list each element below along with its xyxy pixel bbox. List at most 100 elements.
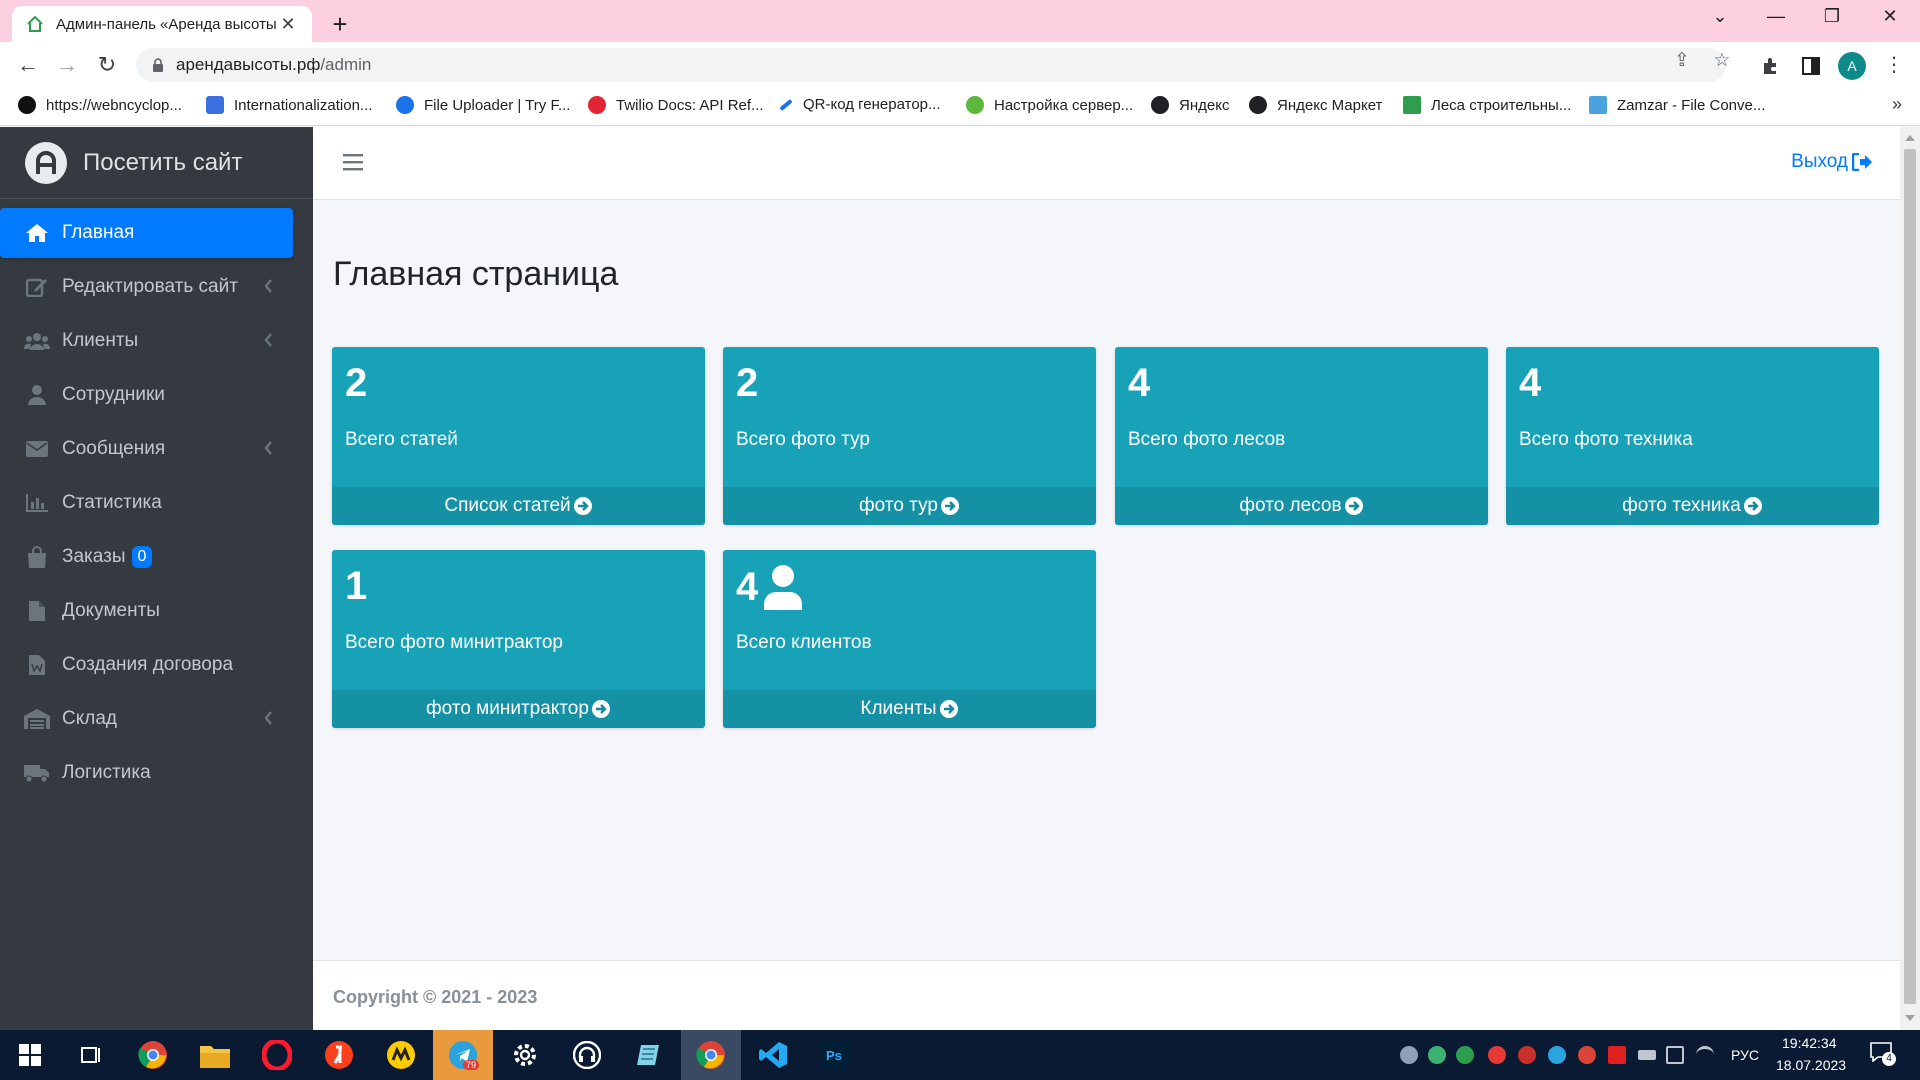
- bookmark-star-icon[interactable]: ☆: [1710, 49, 1734, 72]
- sidebar-item-home[interactable]: Главная: [0, 208, 293, 258]
- sidebar-item-label: Редактировать сайт: [62, 276, 238, 297]
- brand-link[interactable]: Посетить сайт: [0, 127, 313, 199]
- lock-icon: [153, 58, 163, 72]
- scrollbar-thumb[interactable]: [1904, 149, 1916, 1004]
- profile-avatar[interactable]: A: [1838, 52, 1866, 80]
- sidebar-item-edit-site[interactable]: Редактировать сайт: [0, 262, 293, 312]
- reload-icon[interactable]: ↻: [93, 51, 121, 79]
- language-indicator[interactable]: РУС: [1731, 1047, 1759, 1063]
- card-link[interactable]: Список статей: [332, 487, 705, 525]
- windows-start-icon[interactable]: [0, 1030, 60, 1080]
- task-view-icon[interactable]: [60, 1030, 120, 1080]
- hamburger-menu-icon[interactable]: [343, 153, 365, 171]
- share-icon[interactable]: ⇪: [1670, 49, 1694, 72]
- scroll-up-icon[interactable]: [1905, 135, 1915, 141]
- logout-link[interactable]: Выход: [1791, 151, 1872, 173]
- photoshop-icon[interactable]: Ps: [805, 1030, 865, 1080]
- card-link[interactable]: фото техника: [1506, 487, 1879, 525]
- bookmark-item[interactable]: https://webncyclop...: [18, 96, 182, 114]
- address-bar[interactable]: арендавысоты.рф/admin: [136, 48, 1726, 82]
- vscode-icon[interactable]: [743, 1030, 803, 1080]
- arrow-circle-right-icon: [1743, 497, 1762, 515]
- sidebar-item-warehouse[interactable]: Склад: [0, 694, 293, 744]
- bookmark-item[interactable]: QR-код генератор...: [779, 96, 941, 113]
- sidebar-item-label: Сообщения: [62, 438, 166, 459]
- arrow-circle-right-icon: [939, 700, 958, 718]
- sidebar-item-label: Склад: [62, 708, 117, 729]
- card-link[interactable]: Клиенты: [723, 690, 1096, 728]
- telegram-icon[interactable]: 79: [433, 1030, 493, 1080]
- sidebar-item-clients[interactable]: Клиенты: [0, 316, 293, 366]
- orders-count-badge: 0: [131, 546, 153, 568]
- card-link[interactable]: фото лесов: [1115, 487, 1488, 525]
- sidebar-item-employees[interactable]: Сотрудники: [0, 370, 293, 420]
- sidebar-item-orders[interactable]: Заказы 0: [0, 532, 293, 582]
- bookmark-item[interactable]: Internationalization...: [206, 96, 372, 114]
- file-explorer-icon[interactable]: [185, 1030, 245, 1080]
- chrome-active-icon[interactable]: [681, 1030, 741, 1080]
- battery-icon[interactable]: [1638, 1050, 1656, 1060]
- close-window-icon[interactable]: ✕: [1870, 6, 1910, 27]
- sidebar-item-messages[interactable]: Сообщения: [0, 424, 293, 474]
- house-icon: [27, 15, 43, 32]
- tab-search-icon[interactable]: ⌄: [1700, 6, 1740, 27]
- side-panel-icon[interactable]: [1800, 55, 1822, 77]
- settings-gear-icon[interactable]: [495, 1030, 555, 1080]
- yandex-browser-icon[interactable]: [309, 1030, 369, 1080]
- yandex-market-icon[interactable]: [371, 1030, 431, 1080]
- sidebar-item-statistics[interactable]: Статистика: [0, 478, 293, 528]
- sidebar-item-documents[interactable]: Документы: [0, 586, 293, 636]
- block-tray-icon[interactable]: [1488, 1046, 1506, 1064]
- new-tab-button[interactable]: +: [326, 9, 354, 40]
- bookmark-item[interactable]: Яндекс Маркет: [1249, 96, 1382, 114]
- green-tray-icon[interactable]: [1428, 1046, 1446, 1064]
- cloud-tray-icon[interactable]: [1518, 1046, 1536, 1064]
- bookmark-item[interactable]: Настройка сервер...: [966, 96, 1133, 114]
- telegram-tray-icon[interactable]: [1548, 1046, 1566, 1064]
- upload-shield-icon: [396, 96, 414, 114]
- globe-icon: [1151, 96, 1169, 114]
- restore-icon[interactable]: ❐: [1812, 6, 1852, 27]
- figma-tray-icon[interactable]: [1400, 1046, 1418, 1064]
- more-menu-icon[interactable]: ⋮: [1884, 52, 1904, 77]
- bookmark-item[interactable]: Twilio Docs: API Ref...: [588, 96, 764, 114]
- wifi-icon[interactable]: [1696, 1046, 1714, 1064]
- opera-icon[interactable]: [247, 1030, 307, 1080]
- globe-icon: [1249, 96, 1267, 114]
- sidebar-item-logistics[interactable]: Логистика: [0, 748, 293, 798]
- chevron-left-icon: [264, 279, 272, 293]
- clock-date[interactable]: 18.07.2023: [1776, 1057, 1846, 1073]
- card-label: Всего фото тур: [736, 429, 870, 450]
- scroll-down-icon[interactable]: [1905, 1015, 1915, 1021]
- volume-icon[interactable]: [1666, 1046, 1684, 1064]
- sidebar-item-create-contract[interactable]: Создания договора: [0, 640, 293, 690]
- bookmark-item[interactable]: File Uploader | Try F...: [396, 96, 570, 114]
- envelope-icon: [24, 438, 50, 460]
- close-tab-icon[interactable]: ✕: [278, 14, 298, 35]
- bookmark-item[interactable]: Леса строительны...: [1403, 96, 1571, 114]
- notepad-icon[interactable]: [619, 1030, 679, 1080]
- pdf-tray-icon[interactable]: [1608, 1046, 1626, 1064]
- headset-app-icon[interactable]: [557, 1030, 617, 1080]
- card-link[interactable]: фото минитрактор: [332, 690, 705, 728]
- bookmark-item[interactable]: Яндекс: [1151, 96, 1229, 114]
- chrome-icon[interactable]: [123, 1030, 183, 1080]
- browser-tab[interactable]: Админ-панель «Аренда высоты ✕: [12, 6, 312, 42]
- chrome-tray-icon[interactable]: [1578, 1046, 1596, 1064]
- page-scrollbar[interactable]: [1900, 127, 1920, 1030]
- home-icon: [24, 222, 50, 244]
- card-label: Всего фото минитрактор: [345, 632, 563, 653]
- minimize-icon[interactable]: —: [1756, 6, 1796, 27]
- sidebar-item-label: Статистика: [62, 492, 162, 513]
- extensions-icon[interactable]: [1760, 55, 1782, 77]
- download-tray-icon[interactable]: [1456, 1046, 1474, 1064]
- card-link[interactable]: фото тур: [723, 487, 1096, 525]
- pen-icon: [779, 98, 793, 111]
- bookmark-item[interactable]: Zamzar - File Conve...: [1589, 96, 1765, 114]
- clock-time[interactable]: 19:42:34: [1782, 1035, 1837, 1051]
- bookmarks-overflow-icon[interactable]: »: [1892, 94, 1902, 115]
- card-count: 2: [345, 361, 368, 405]
- forward-icon[interactable]: →: [53, 51, 81, 79]
- back-icon[interactable]: ←: [14, 51, 42, 79]
- notification-icon[interactable]: 4: [1870, 1042, 1896, 1066]
